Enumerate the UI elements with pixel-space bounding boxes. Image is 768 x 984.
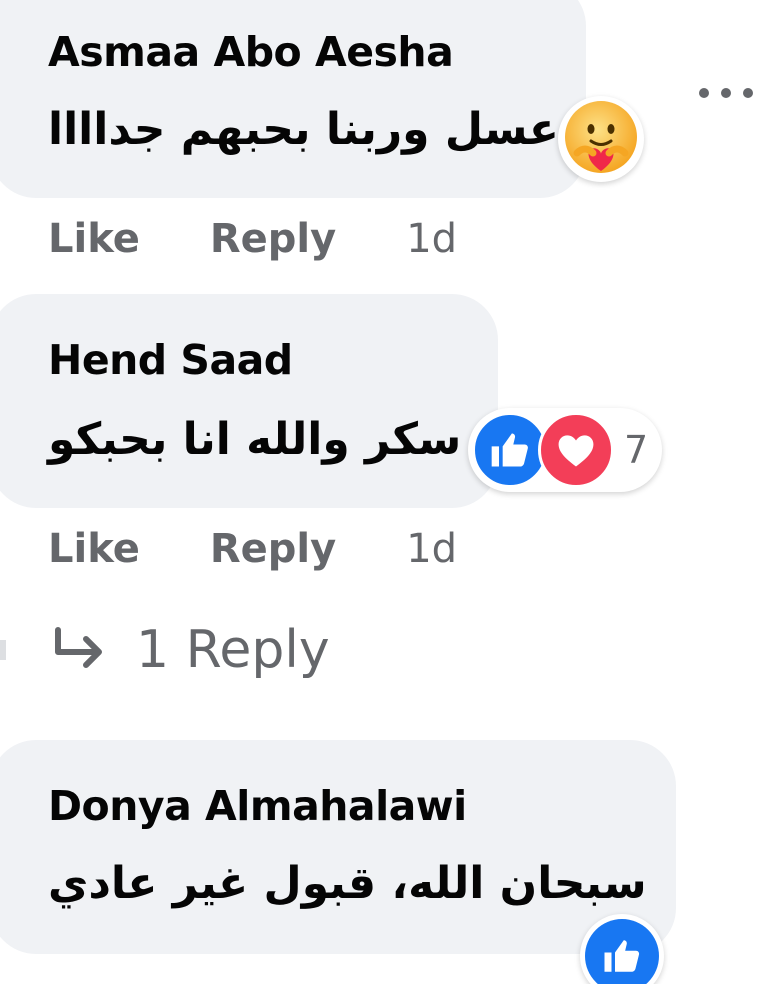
comment-options-button[interactable] xyxy=(690,70,762,118)
comment-reactions[interactable] xyxy=(558,96,644,182)
care-emoji-icon xyxy=(563,99,639,179)
comment-author[interactable]: Hend Saad xyxy=(48,336,293,384)
love-icon xyxy=(538,412,614,488)
comment-text: عسل وربنا بحبهم جداااا xyxy=(48,104,559,155)
like-action[interactable]: Like xyxy=(48,216,140,262)
comment-timestamp[interactable]: 1d xyxy=(406,526,457,572)
view-replies-link[interactable]: 1 Reply xyxy=(52,620,330,680)
reply-action[interactable]: Reply xyxy=(210,526,336,572)
comment-text: سكر والله انا بحبكو xyxy=(48,414,462,465)
comment-reactions[interactable]: 7 xyxy=(468,408,663,492)
like-action[interactable]: Like xyxy=(48,526,140,572)
comments-section: Asmaa Abo Aesha عسل وربنا بحبهم جداااا L… xyxy=(0,0,768,984)
like-icon xyxy=(472,412,548,488)
reaction-count: 7 xyxy=(624,428,649,472)
comment-timestamp[interactable]: 1d xyxy=(406,216,457,262)
more-dots-icon xyxy=(697,85,755,104)
comment-bubble xyxy=(0,740,676,954)
reply-arrow-icon xyxy=(52,626,108,674)
comment-author[interactable]: Donya Almahalawi xyxy=(48,782,467,830)
comment-bubble xyxy=(0,294,498,508)
view-replies-label: 1 Reply xyxy=(136,620,330,680)
comment-text: سبحان الله، قبول غير عادي xyxy=(48,858,647,909)
thread-line xyxy=(0,640,6,660)
like-icon xyxy=(585,919,659,984)
comment-actions: Like Reply 1d xyxy=(48,216,457,262)
comment-author[interactable]: Asmaa Abo Aesha xyxy=(48,28,454,76)
comment-actions: Like Reply 1d xyxy=(48,526,457,572)
reply-action[interactable]: Reply xyxy=(210,216,336,262)
